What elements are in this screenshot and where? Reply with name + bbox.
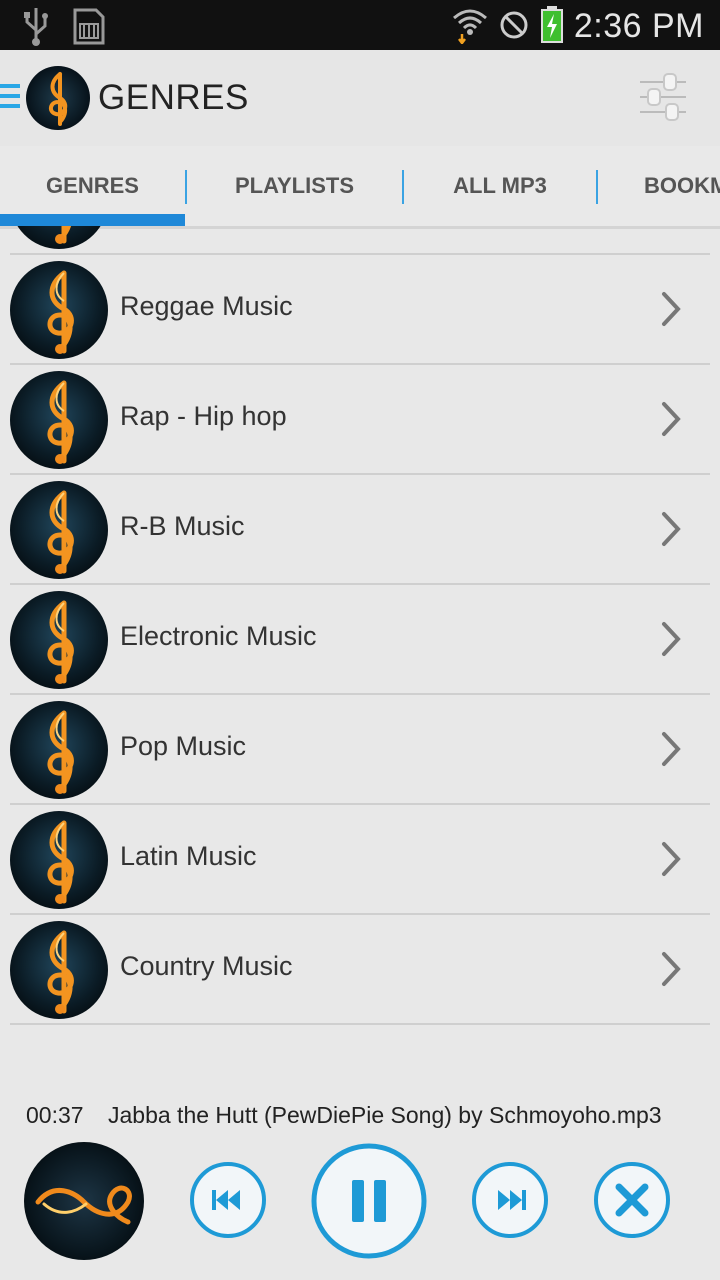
app-logo-icon[interactable]: [26, 66, 90, 130]
genre-treble-clef-icon: [10, 261, 108, 359]
no-sync-icon: [498, 4, 530, 49]
sd-card-icon: [72, 6, 106, 51]
genre-treble-clef-icon: [10, 591, 108, 689]
list-item[interactable]: Country Music: [10, 915, 710, 1025]
tab-bar: GENRES PLAYLISTS ALL MP3 BOOKM: [0, 146, 720, 229]
genre-label: Pop Music: [120, 731, 247, 761]
previous-button[interactable]: [188, 1160, 268, 1245]
genre-label: Rap - Hip hop: [120, 401, 287, 431]
pause-button[interactable]: [310, 1142, 428, 1265]
wifi-icon: [452, 4, 488, 49]
chevron-right-icon: [660, 731, 682, 772]
usb-icon: [22, 6, 50, 51]
genre-label: Country Music: [120, 951, 293, 981]
list-item[interactable]: Electronic Music: [10, 585, 710, 695]
mini-player: 00:37 Jabba the Hutt (PewDiePie Song) by…: [0, 1078, 720, 1280]
chevron-right-icon: [660, 401, 682, 442]
track-elapsed-time: 00:37: [26, 1102, 84, 1128]
list-item[interactable]: Reggae Music: [10, 255, 710, 365]
menu-icon[interactable]: [0, 84, 20, 114]
genre-label: R-B Music: [120, 511, 245, 541]
chevron-right-icon: [660, 511, 682, 552]
genre-treble-clef-icon: [10, 921, 108, 1019]
chevron-right-icon: [660, 621, 682, 662]
genre-label: Electronic Music: [120, 621, 317, 651]
genre-treble-clef-icon: [10, 701, 108, 799]
list-item[interactable]: Rap - Hip hop: [10, 365, 710, 475]
list-item[interactable]: Pop Music: [10, 695, 710, 805]
page-title: GENRES: [98, 78, 249, 117]
genre-treble-clef-icon: [10, 371, 108, 469]
genre-treble-clef-icon: [10, 481, 108, 579]
close-player-button[interactable]: [592, 1160, 672, 1245]
pause-icon: [311, 1143, 427, 1259]
genre-list: Rock Music Reggae Music Rap - Hip hop R-B M…: [0, 226, 720, 1078]
list-item[interactable]: R-B Music: [10, 475, 710, 585]
tab-divider: [596, 170, 598, 204]
list-item[interactable]: Rock Music: [10, 226, 710, 255]
genre-label: Reggae Music: [120, 291, 293, 321]
previous-icon: [190, 1162, 266, 1238]
album-art[interactable]: [24, 1142, 144, 1260]
chevron-right-icon: [660, 951, 682, 992]
status-bar: 2:36 PM: [0, 0, 720, 50]
next-button[interactable]: [470, 1160, 550, 1245]
genre-treble-clef-icon: [10, 226, 108, 249]
genre-label: Latin Music: [120, 841, 257, 871]
next-icon: [472, 1162, 548, 1238]
action-bar: GENRES: [0, 50, 720, 147]
chevron-right-icon: [660, 841, 682, 882]
status-time: 2:36 PM: [573, 7, 704, 45]
close-icon: [594, 1162, 670, 1238]
equalizer-icon[interactable]: [636, 70, 690, 124]
track-title: Jabba the Hutt (PewDiePie Song) by Schmo…: [108, 1102, 662, 1128]
chevron-right-icon: [660, 291, 682, 332]
tab-bookmarks[interactable]: BOOKM: [644, 146, 720, 226]
list-item[interactable]: Latin Music: [10, 805, 710, 915]
tab-playlists[interactable]: PLAYLISTS: [187, 146, 402, 226]
battery-charging-icon: [540, 4, 564, 49]
active-tab-indicator: [0, 214, 185, 226]
genre-treble-clef-icon: [10, 811, 108, 909]
tab-all-mp3[interactable]: ALL MP3: [404, 146, 596, 226]
